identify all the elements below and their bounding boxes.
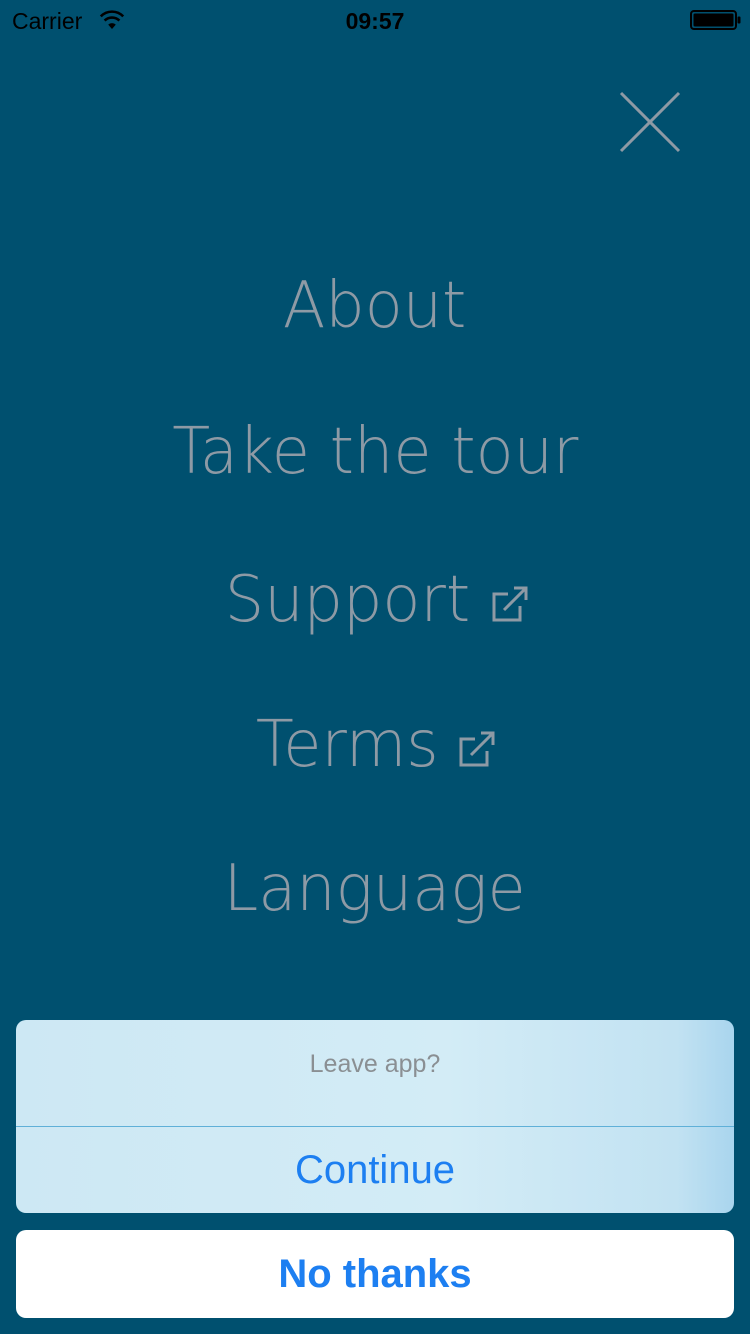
close-icon [619,91,681,153]
menu-item-label: Language [223,851,527,926]
menu-item-support[interactable]: Support [0,556,750,637]
menu-item-label: About [283,268,467,343]
status-time: 09:57 [345,8,405,34]
menu-item-label: Support [224,562,470,637]
external-link-icon [459,731,495,766]
external-link-icon [492,586,527,621]
menu-item-language[interactable]: Language [0,845,750,926]
menu-item-terms[interactable]: Terms [0,701,750,782]
no-thanks-button[interactable]: No thanks [16,1230,734,1318]
close-button[interactable] [612,84,688,160]
action-sheet: Leave app? Continue [16,1020,734,1213]
continue-button[interactable]: Continue [16,1127,734,1213]
battery-icon [690,10,741,30]
menu-item-label: Terms [255,707,439,782]
menu-item-label: Take the tour [171,414,579,489]
menu-item-take-the-tour[interactable]: Take the tour [0,408,750,489]
status-bar: Carrier 09:57 [0,0,750,40]
menu-item-about[interactable]: About [0,262,750,343]
action-sheet-title: Leave app? [309,1050,441,1078]
